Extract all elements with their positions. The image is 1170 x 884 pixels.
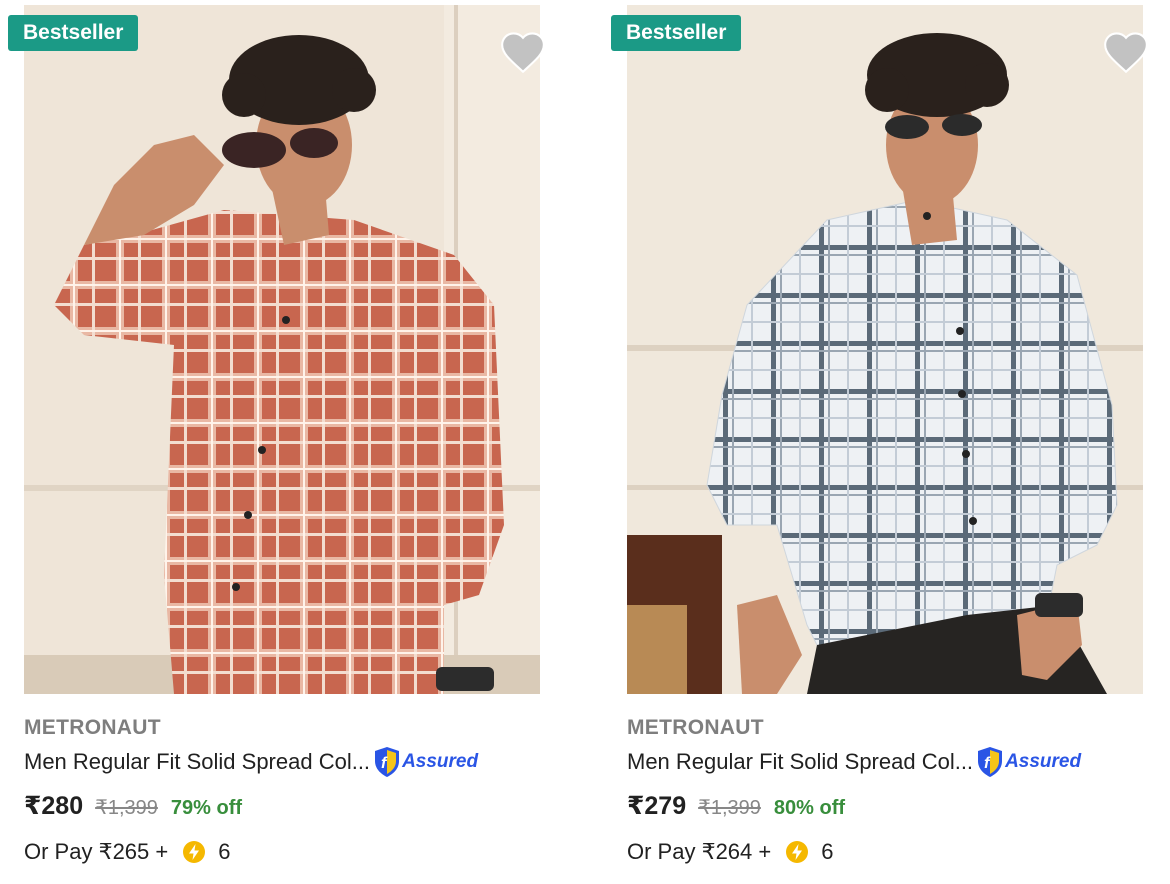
assured-shield-icon: f xyxy=(978,747,1003,777)
brand-name: METRONAUT xyxy=(24,716,161,739)
supercoin-icon xyxy=(786,841,809,863)
assured-label: Assured xyxy=(1005,751,1082,772)
selling-price: ₹279 xyxy=(627,792,687,820)
supercoin-count: 6 xyxy=(218,839,231,864)
original-price: ₹1,399 xyxy=(698,797,761,819)
assured-badge: f Assured xyxy=(373,746,478,778)
assured-badge: f Assured xyxy=(976,746,1081,778)
pay-price-text: Or Pay ₹265 + xyxy=(24,839,169,864)
product-card[interactable]: Bestseller METRONAUT Men Regular Fit Sol… xyxy=(603,0,1148,884)
pay-price-text: Or Pay ₹264 + xyxy=(627,839,772,864)
product-image[interactable] xyxy=(627,5,1143,694)
discount-label: 80% off xyxy=(773,797,846,819)
product-card[interactable]: Bestseller METRONAUT Men Regular Fit Sol… xyxy=(0,0,545,884)
selling-price: ₹280 xyxy=(24,792,84,820)
bestseller-badge: Bestseller xyxy=(611,15,742,51)
supercoin-icon xyxy=(183,841,206,863)
price-row: ₹280 ₹1,399 79% off xyxy=(24,791,242,821)
product-image[interactable] xyxy=(24,5,540,694)
product-title[interactable]: Men Regular Fit Solid Spread Col... xyxy=(627,749,973,775)
heart-icon[interactable] xyxy=(1101,28,1151,78)
product-title[interactable]: Men Regular Fit Solid Spread Col... xyxy=(24,749,370,775)
assured-label: Assured xyxy=(402,751,479,772)
heart-icon[interactable] xyxy=(498,28,548,78)
brand-name: METRONAUT xyxy=(627,716,764,739)
supercoin-count: 6 xyxy=(821,839,834,864)
original-price: ₹1,399 xyxy=(95,797,158,819)
discount-label: 79% off xyxy=(170,797,243,819)
bestseller-badge: Bestseller xyxy=(8,15,139,51)
price-row: ₹279 ₹1,399 80% off xyxy=(627,791,845,821)
product-title-row[interactable]: Men Regular Fit Solid Spread Col... f As… xyxy=(627,746,1081,778)
supercoin-pay-row: Or Pay ₹265 + 6 xyxy=(24,839,231,865)
supercoin-pay-row: Or Pay ₹264 + 6 xyxy=(627,839,834,865)
assured-shield-icon: f xyxy=(375,747,400,777)
product-title-row[interactable]: Men Regular Fit Solid Spread Col... f As… xyxy=(24,746,478,778)
